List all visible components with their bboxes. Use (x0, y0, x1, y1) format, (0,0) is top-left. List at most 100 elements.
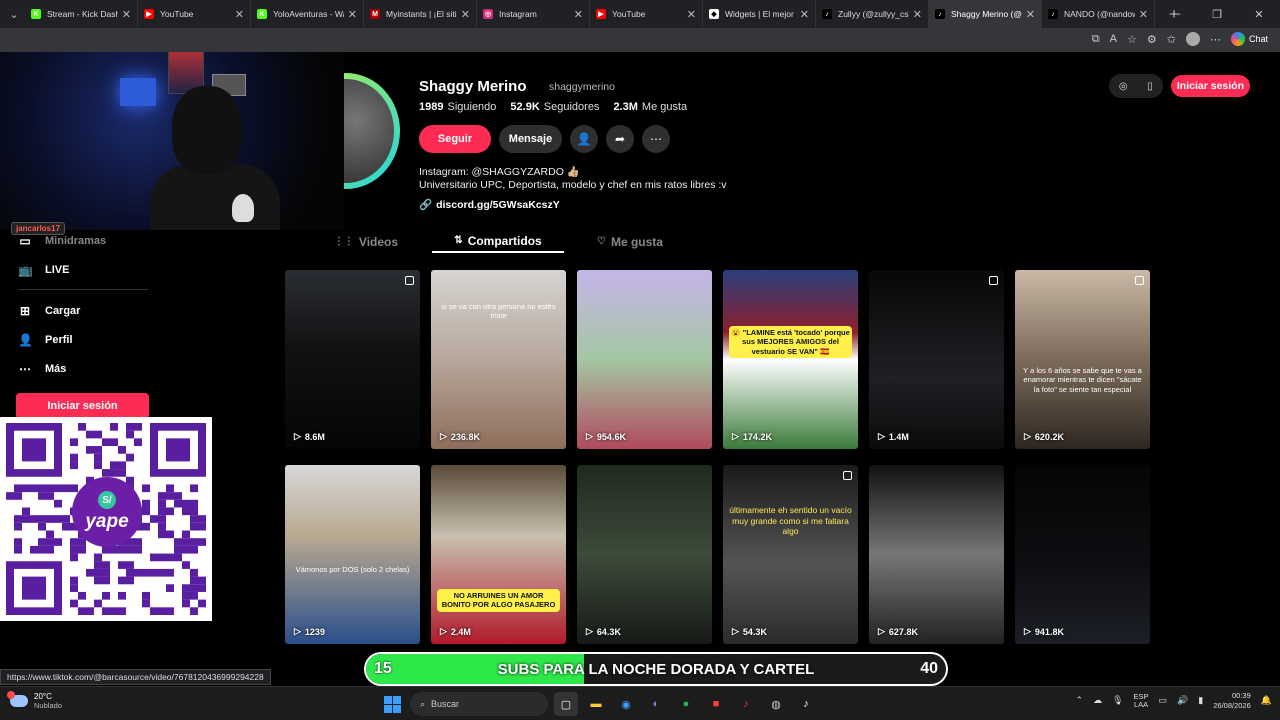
video-card[interactable]: ▷ 941.8K (1015, 465, 1150, 644)
more-menu-icon[interactable]: ⋯ (1210, 33, 1221, 46)
tab-title: Myinstants | ¡El sitio (386, 9, 457, 19)
profile-avatar-icon[interactable] (1185, 32, 1200, 46)
read-aloud-icon[interactable]: A (1110, 33, 1117, 45)
close-tab-icon[interactable]: ✕ (122, 8, 131, 21)
bio-link[interactable]: 🔗 discord.gg/5GWsaKcszY (419, 198, 560, 212)
video-card[interactable]: NO ARRUINES UN AMOR BONITO POR ALGO PASA… (431, 465, 566, 644)
browser-tab[interactable]: M Myinstants | ¡El sitio ✕ (364, 0, 477, 28)
spotify-icon[interactable]: ● (674, 692, 698, 716)
close-tab-icon[interactable]: ✕ (235, 8, 244, 21)
favorites-icon[interactable]: ✩ (1167, 33, 1176, 46)
notifications-icon[interactable]: 🔔 (1261, 695, 1272, 706)
network-icon[interactable]: ▭ (1159, 695, 1168, 706)
taskbar-search[interactable]: ⌕ Buscar (410, 692, 548, 716)
microphone-icon[interactable]: 🎙 (1112, 695, 1123, 706)
minimize-button[interactable]: — (1154, 0, 1196, 28)
sidebar-item-minidramas[interactable]: ▭ Minidramas (18, 234, 106, 248)
sidebar-item-profile[interactable]: 👤 Perfil (18, 333, 73, 347)
tiktok-icon[interactable]: ♪ (794, 692, 818, 716)
profile-tab-label: Videos (358, 234, 399, 249)
share-button[interactable]: ➦ (606, 125, 634, 153)
video-card[interactable]: Y a los 6 años se sabe que te vas a enam… (1015, 270, 1150, 449)
close-tab-icon[interactable]: ✕ (1026, 8, 1035, 21)
video-card[interactable]: 😮 "LAMINE está 'tocado' porque sus MEJOR… (723, 270, 858, 449)
video-caption: 😮 "LAMINE está 'tocado' porque sus MEJOR… (729, 326, 852, 359)
followers-stat[interactable]: 52.9K Seguidores (510, 101, 599, 113)
tiktok-live-icon[interactable]: ♪ (734, 692, 758, 716)
close-tab-icon[interactable]: ✕ (800, 8, 809, 21)
tab-title: YouTube (612, 9, 646, 19)
browser-tab[interactable]: K Stream - Kick Dashbo ✕ (25, 0, 138, 28)
likes-stat: 2.3M Me gusta (613, 101, 688, 113)
profile-tab-me-gusta[interactable]: ♡ Me gusta (564, 230, 696, 253)
close-tab-icon[interactable]: ✕ (461, 8, 470, 21)
sidebar-item-live[interactable]: 📺 LIVE (18, 263, 69, 277)
language-indicator[interactable]: ESP LAA (1134, 692, 1149, 710)
tab-title: Zullyy (@zullyy_cs) | (838, 9, 909, 19)
photo-carousel-icon (405, 276, 414, 285)
video-card[interactable]: Vámonos por DOS (solo 2 chelas) ▷ 1239 (285, 465, 420, 644)
header-login-button[interactable]: Iniciar sesión (1170, 75, 1250, 97)
video-card[interactable]: ▷ 954.6K (577, 270, 712, 449)
volume-icon[interactable]: 🔊 (1177, 695, 1188, 706)
obs-icon[interactable]: ◍ (764, 692, 788, 716)
video-card[interactable]: últimamente eh sentido un vacío muy gran… (723, 465, 858, 644)
video-card[interactable]: ▷ 627.8K (869, 465, 1004, 644)
close-tab-icon[interactable]: ✕ (687, 8, 696, 21)
browser-tab[interactable]: ◆ Widgets | El mejor s ✕ (703, 0, 816, 28)
extensions-icon[interactable]: ⚙ (1147, 33, 1157, 46)
sidebar-item-more[interactable]: ⋯ Más (18, 362, 66, 376)
browser-tab[interactable]: ▶ YouTube ✕ (138, 0, 251, 28)
browser-tab[interactable]: ♪ Shaggy Merino (@s ✕ (929, 0, 1042, 28)
browser-tab[interactable]: ♪ NANDO (@nandow ✕ (1042, 0, 1155, 28)
follow-button[interactable]: Seguir (419, 125, 491, 153)
add-friend-button[interactable]: 👤 (570, 125, 598, 153)
video-card[interactable]: si se va con otra persona no estés trist… (431, 270, 566, 449)
ellipsis-icon: ⋯ (650, 132, 662, 146)
video-card[interactable]: ▷ 8.6M (285, 270, 420, 449)
edge-browser-icon[interactable]: ◉ (614, 692, 638, 716)
close-tab-icon[interactable]: ✕ (1139, 8, 1148, 21)
close-window-button[interactable]: ✕ (1238, 0, 1280, 28)
video-card[interactable]: ▷ 1.4M (869, 270, 1004, 449)
profile-tab-videos[interactable]: ⋮⋮ Videos (300, 230, 432, 253)
battery-icon[interactable]: ▮ (1198, 695, 1203, 706)
start-button[interactable] (380, 692, 404, 716)
open-in-app-icon[interactable]: ⧉ (1092, 33, 1100, 46)
close-tab-icon[interactable]: ✕ (348, 8, 357, 21)
profile-tab-compartidos[interactable]: ⇅ Compartidos (432, 230, 564, 253)
get-app-pill[interactable]: ◎ ▯ (1108, 74, 1163, 98)
clock[interactable]: 00:39 26/08/2026 (1213, 691, 1251, 711)
discord-icon[interactable]: ◐ (644, 692, 668, 716)
maximize-button[interactable]: ❐ (1196, 0, 1238, 28)
task-view-icon[interactable]: ▢ (554, 692, 578, 716)
tab-favicon-icon: M (370, 9, 380, 19)
more-options-button[interactable]: ⋯ (642, 125, 670, 153)
close-tab-icon[interactable]: ✕ (913, 8, 922, 21)
play-icon: ▷ (732, 626, 739, 636)
tray-chevron-icon[interactable]: ⌃ (1076, 695, 1084, 706)
tab-list-menu-button[interactable]: ⌄ (3, 3, 25, 25)
close-tab-icon[interactable]: ✕ (574, 8, 583, 21)
play-icon: ▷ (440, 431, 447, 441)
video-card[interactable]: ▷ 64.3K (577, 465, 712, 644)
taskbar-apps: ⌕ Buscar ▢ ▬ ◉ ◐ ● ■ ♪ ◍ ♪ (380, 692, 818, 716)
onedrive-icon[interactable]: ☁ (1093, 695, 1102, 706)
following-stat[interactable]: 1989 Siguiendo (419, 101, 496, 113)
message-button[interactable]: Mensaje (499, 125, 562, 153)
sidebar-login-button[interactable]: Iniciar sesión (16, 393, 149, 419)
copilot-chat-button[interactable]: Chat (1230, 32, 1268, 46)
file-explorer-icon[interactable]: ▬ (584, 692, 608, 716)
browser-tab[interactable]: ▶ YouTube ✕ (590, 0, 703, 28)
grid-icon: ⋮⋮ (333, 236, 354, 247)
weather-widget[interactable]: 20°C Nublado (7, 691, 62, 710)
video-views: ▷ 941.8K (1024, 626, 1064, 637)
streaming-app-icon[interactable]: ■ (704, 692, 728, 716)
browser-tab[interactable]: ◎ Instagram ✕ (477, 0, 590, 28)
sidebar-item-upload[interactable]: ⊞ Cargar (18, 304, 81, 318)
view-count: 174.2K (742, 431, 772, 442)
browser-tab[interactable]: ♪ Zullyy (@zullyy_cs) | ✕ (816, 0, 929, 28)
weather-desc: Nublado (34, 701, 62, 710)
browser-tab[interactable]: K YoloAventuras - Wa ✕ (251, 0, 364, 28)
favorite-star-icon[interactable]: ☆ (1127, 33, 1137, 46)
